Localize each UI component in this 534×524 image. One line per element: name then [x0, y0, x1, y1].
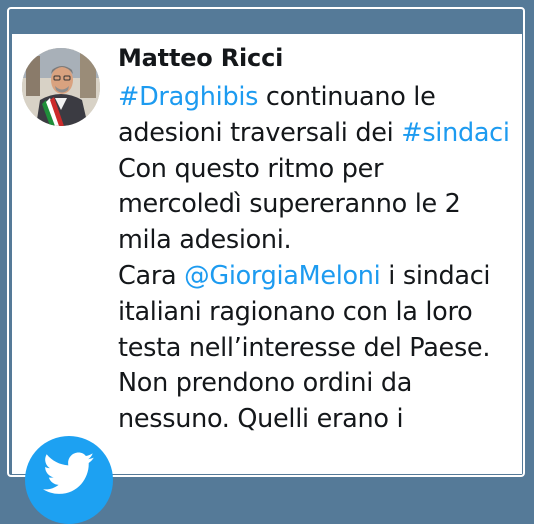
tweet-line: mercoledì supereranno le 2	[118, 187, 518, 223]
tweet-text-segment: Cara	[118, 260, 185, 291]
author-name[interactable]: Matteo Ricci	[118, 44, 283, 72]
tweet-line: #Draghibis continuano le	[118, 80, 518, 116]
mention-giorgiameloni[interactable]: @GiorgiaMeloni	[184, 261, 381, 291]
tweet-text-segment: continuano le	[258, 82, 436, 112]
tweet-text-segment: testa nell’interesse del Paese.	[118, 332, 491, 363]
twitter-bird-glyph	[43, 452, 95, 494]
tweet-text-segment: i sindaci	[380, 260, 491, 291]
tweet-text-segment: nessuno. Quelli erano i	[118, 404, 404, 435]
tweet-line: Cara @GiorgiaMeloni i sindaci	[118, 259, 518, 295]
tweet-text-segment: adesioni traversali dei	[118, 117, 402, 148]
tweet-text-segment: italiani ragionano con la loro	[118, 296, 473, 327]
tweet-text-segment: Non prendono ordini da	[118, 368, 413, 399]
tweet-line: mila adesioni.	[118, 223, 518, 259]
tweet-text: #Draghibis continuano le adesioni traver…	[118, 80, 518, 438]
avatar-photo	[22, 48, 100, 126]
tweet-line: Con questo ritmo per	[118, 152, 518, 188]
tweet-text-segment: Con questo ritmo per	[118, 153, 384, 184]
tweet-card: Matteo Ricci #Draghibis continuano le ad…	[12, 34, 522, 524]
tweet-text-segment: mercoledì supereranno le 2	[118, 189, 461, 220]
tweet-line: italiani ragionano con la loro	[118, 295, 518, 331]
tweet-text-segment: mila adesioni.	[118, 225, 292, 256]
hashtag-draghibis[interactable]: #Draghibis	[118, 82, 258, 112]
tweet-line: adesioni traversali dei #sindaci	[118, 116, 518, 152]
tweet-line: testa nell’interesse del Paese.	[118, 331, 518, 367]
tweet-line: nessuno. Quelli erano i	[118, 402, 518, 438]
avatar[interactable]	[22, 48, 100, 126]
hashtag-sindaci[interactable]: #sindaci	[401, 118, 510, 148]
tweet-line: Non prendono ordini da	[118, 366, 518, 402]
twitter-bird-icon	[25, 436, 113, 524]
